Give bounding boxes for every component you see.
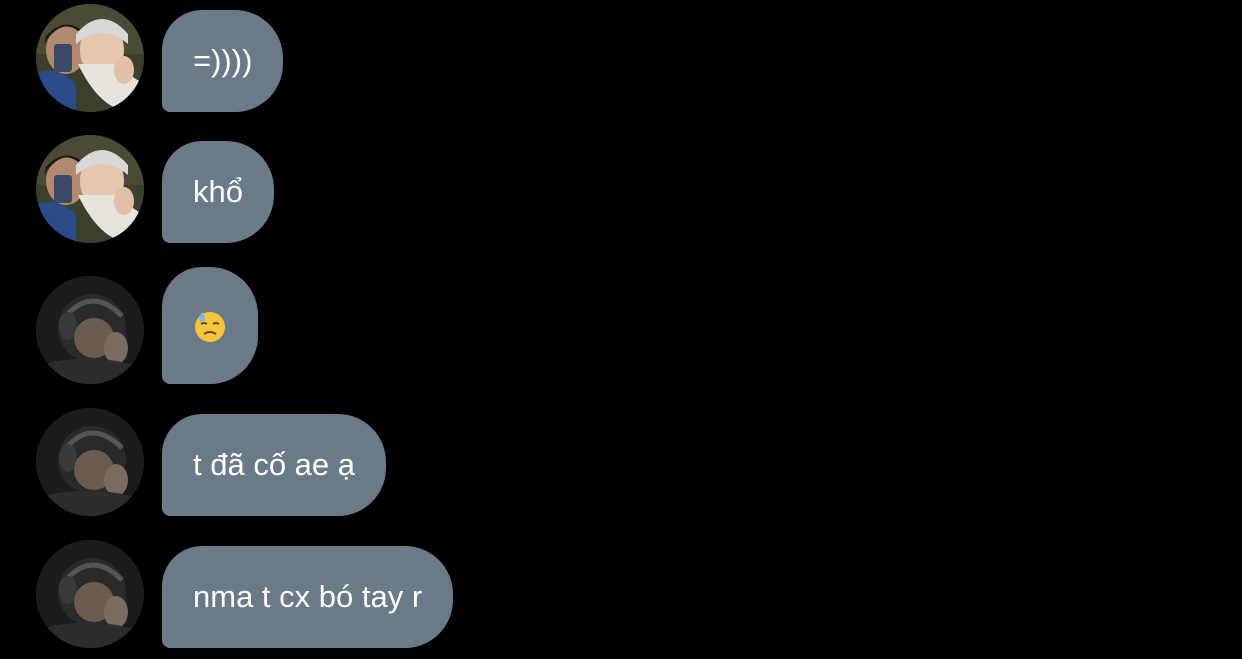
avatar[interactable] xyxy=(36,540,144,648)
avatar-headband-photo xyxy=(36,135,144,243)
avatar[interactable] xyxy=(36,4,144,112)
message-row: t đã cố ae ạ xyxy=(36,408,387,516)
downcast-face-with-sweat-icon xyxy=(193,309,227,343)
avatar-headphones-photo xyxy=(36,408,144,516)
message-row: =)))) xyxy=(36,4,284,112)
message-row: khổ xyxy=(36,135,274,243)
message-bubble[interactable] xyxy=(162,267,258,384)
message-text: khổ xyxy=(193,174,243,209)
message-text: =)))) xyxy=(193,43,253,78)
avatar-headphones-photo xyxy=(36,540,144,648)
message-text: t đã cố ae ạ xyxy=(193,447,356,482)
avatar-headband-photo xyxy=(36,4,144,112)
avatar[interactable] xyxy=(36,135,144,243)
message-row xyxy=(36,267,258,384)
avatar-headphones-photo xyxy=(36,276,144,384)
message-bubble[interactable]: khổ xyxy=(162,141,274,243)
message-row: nma t cx bó tay r xyxy=(36,540,454,648)
message-bubble[interactable]: nma t cx bó tay r xyxy=(162,546,454,648)
message-text: nma t cx bó tay r xyxy=(193,579,423,614)
message-bubble[interactable]: t đã cố ae ạ xyxy=(162,414,387,516)
avatar[interactable] xyxy=(36,408,144,516)
message-bubble[interactable]: =)))) xyxy=(162,10,284,112)
avatar[interactable] xyxy=(36,276,144,384)
